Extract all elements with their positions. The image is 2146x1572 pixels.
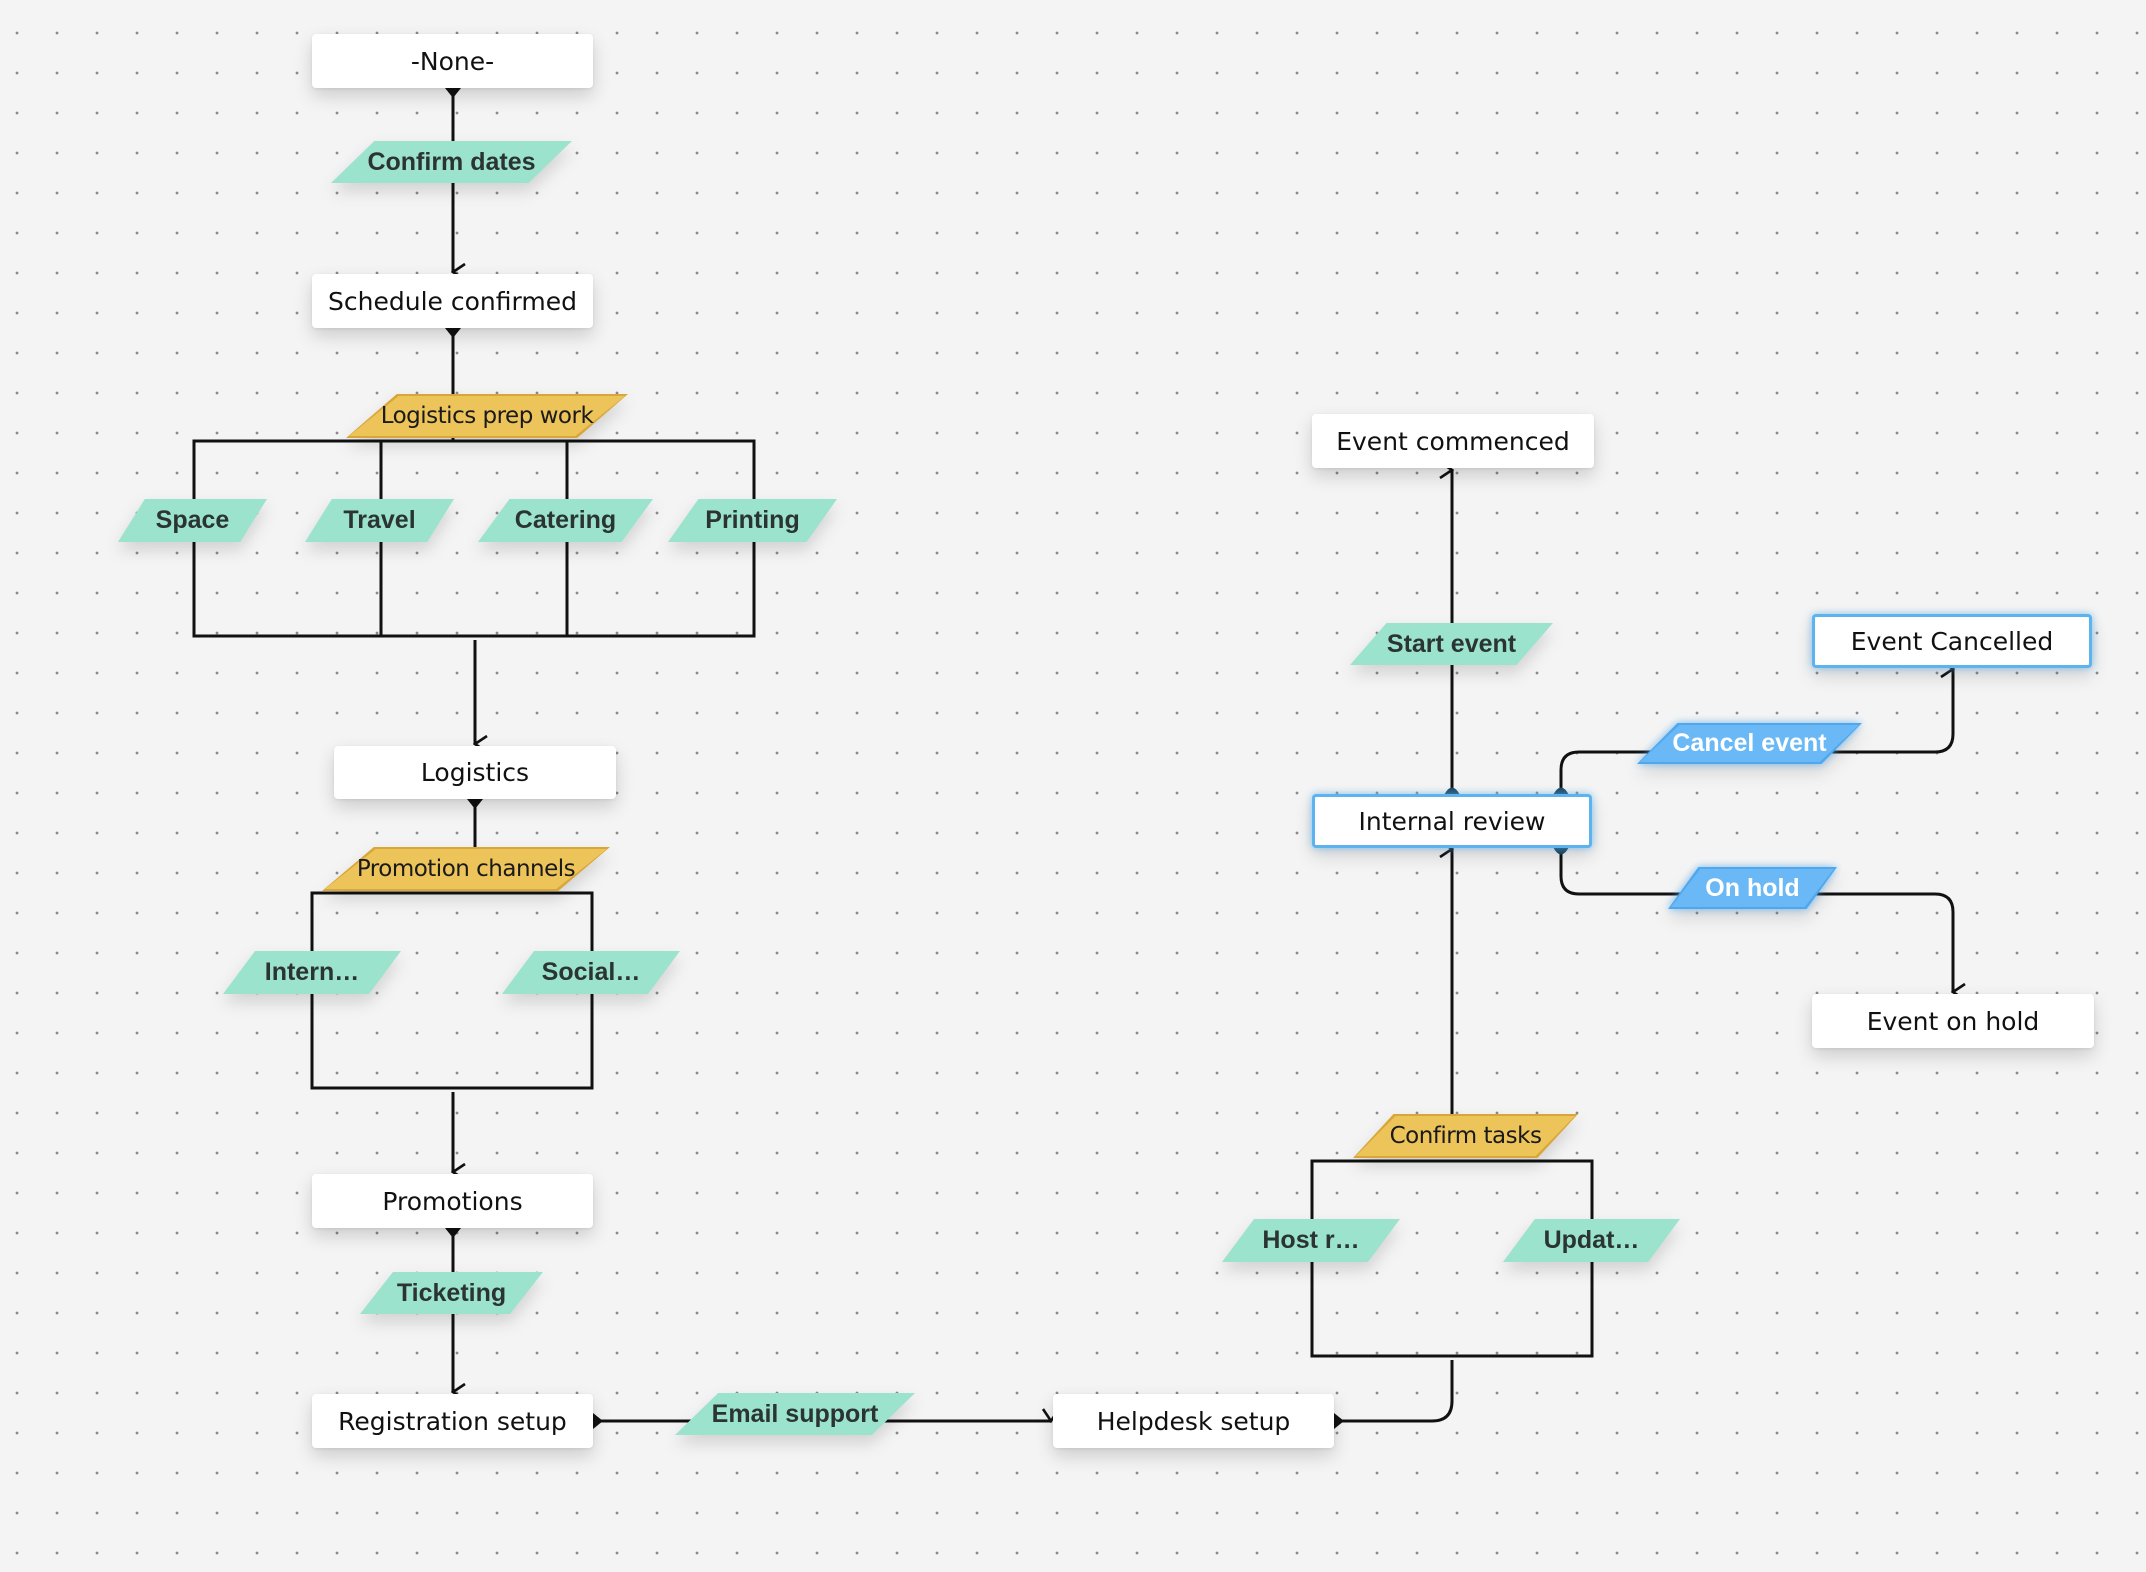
transition-label: Printing	[705, 506, 800, 534]
transition-catering[interactable]: Catering	[478, 499, 653, 542]
transition-label: Cancel event	[1672, 729, 1827, 757]
transition-email-support[interactable]: Email support	[675, 1393, 915, 1435]
transition-label: Intern…	[264, 958, 360, 986]
transition-label: Confirm tasks	[1389, 1123, 1542, 1149]
transition-label: Travel	[343, 506, 416, 534]
state-internal-review[interactable]: Internal review	[1312, 794, 1592, 848]
workflow-canvas[interactable]: -None- Schedule confirmed Logistics Prom…	[0, 0, 2146, 1572]
connector-origin-helpdesk	[1334, 1413, 1344, 1429]
transition-label: Catering	[514, 506, 617, 534]
transition-label: Email support	[711, 1399, 879, 1428]
connector-origin-schedule	[445, 328, 461, 338]
transition-travel[interactable]: Travel	[305, 499, 454, 542]
transition-ticketing[interactable]: Ticketing	[360, 1272, 543, 1314]
transition-label: Space	[155, 506, 230, 534]
transition-on-hold[interactable]: On hold	[1668, 867, 1837, 909]
state-event-cancelled[interactable]: Event Cancelled	[1812, 614, 2092, 668]
transition-internal[interactable]: Intern…	[223, 951, 401, 994]
transition-social[interactable]: Social…	[502, 951, 680, 994]
parallel-transition-confirm-tasks[interactable]: Confirm tasks	[1353, 1114, 1578, 1158]
transition-printing[interactable]: Printing	[668, 499, 837, 542]
transition-start-event[interactable]: Start event	[1350, 623, 1553, 665]
transition-label: Host r…	[1262, 1226, 1360, 1254]
parallel-transition-promotion-channels[interactable]: Promotion channels	[322, 847, 610, 891]
connector-origin-registration	[593, 1413, 603, 1429]
transition-label: Confirm dates	[367, 147, 536, 176]
transition-cancel-event[interactable]: Cancel event	[1637, 723, 1862, 764]
state-helpdesk-setup[interactable]: Helpdesk setup	[1053, 1394, 1334, 1448]
connector-origin-none	[445, 88, 461, 98]
transition-label: Ticketing	[396, 1278, 507, 1307]
state-registration-setup[interactable]: Registration setup	[312, 1394, 593, 1448]
transition-host-r[interactable]: Host r…	[1222, 1219, 1400, 1262]
connector-helpdesk-to-confirm-tasks[interactable]	[1334, 1360, 1454, 1423]
connector-origin-review-hold	[1553, 847, 1569, 855]
connector-origin-logistics	[467, 799, 483, 809]
state-none[interactable]: -None-	[312, 34, 593, 88]
parallel-transition-logistics-prep-work[interactable]: Logistics prep work	[346, 394, 628, 438]
transition-label: Promotion channels	[356, 856, 576, 882]
connector-layer	[192, 88, 2146, 1429]
connector-origin-promotions	[445, 1228, 461, 1238]
transition-confirm-dates[interactable]: Confirm dates	[331, 141, 572, 183]
transition-updat[interactable]: Updat…	[1503, 1219, 1680, 1262]
transition-label: Social…	[541, 958, 641, 986]
state-promotions[interactable]: Promotions	[312, 1174, 593, 1228]
transition-label: On hold	[1705, 873, 1800, 902]
state-logistics[interactable]: Logistics	[334, 746, 616, 799]
transition-space[interactable]: Space	[118, 499, 267, 542]
state-event-commenced[interactable]: Event commenced	[1312, 414, 1594, 468]
transition-label: Start event	[1386, 629, 1517, 658]
state-event-on-hold[interactable]: Event on hold	[1812, 994, 2094, 1048]
transition-label: Updat…	[1543, 1226, 1640, 1254]
state-schedule-confirmed[interactable]: Schedule confirmed	[312, 274, 593, 328]
transition-label: Logistics prep work	[380, 403, 594, 429]
